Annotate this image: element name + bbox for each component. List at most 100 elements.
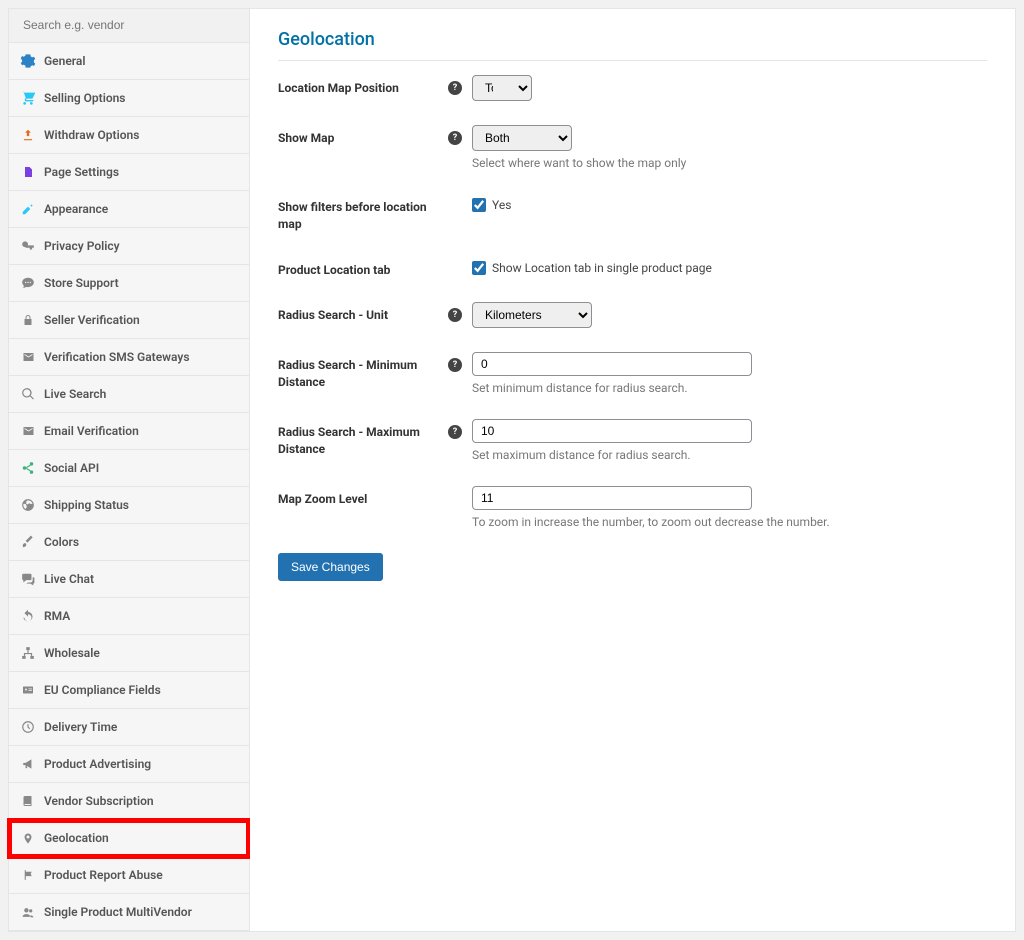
- sidebar-item-label: Delivery Time: [44, 720, 117, 734]
- mail-check-icon: [20, 423, 36, 439]
- field-label: Location Map Position: [278, 75, 448, 97]
- clock-icon: [20, 719, 36, 735]
- envelope-icon: [20, 349, 36, 365]
- product-tab-checkbox-wrap[interactable]: Show Location tab in single product page: [472, 257, 987, 275]
- help-icon[interactable]: ?: [448, 358, 462, 372]
- sidebar-item-delivery-time[interactable]: Delivery Time: [9, 709, 249, 746]
- sidebar-item-appearance[interactable]: Appearance: [9, 191, 249, 228]
- sidebar-item-label: Appearance: [44, 202, 108, 216]
- sidebar-item-product-report-abuse[interactable]: Product Report Abuse: [9, 857, 249, 894]
- help-icon[interactable]: ?: [448, 425, 462, 439]
- field-label: Radius Search - Unit: [278, 302, 448, 324]
- sidebar-item-withdraw-options[interactable]: Withdraw Options: [9, 117, 249, 154]
- product-tab-checkbox[interactable]: [472, 261, 486, 275]
- sidebar-item-shipping-status[interactable]: Shipping Status: [9, 487, 249, 524]
- sidebar-item-eu-compliance[interactable]: EU Compliance Fields: [9, 672, 249, 709]
- sidebar-item-seller-verification[interactable]: Seller Verification: [9, 302, 249, 339]
- sidebar-item-colors[interactable]: Colors: [9, 524, 249, 561]
- settings-panel: Geolocation Location Map Position ? Top …: [250, 8, 1016, 932]
- save-changes-button[interactable]: Save Changes: [278, 553, 383, 581]
- sidebar-item-label: Email Verification: [44, 424, 139, 438]
- help-icon[interactable]: ?: [448, 131, 462, 145]
- sidebar-item-general[interactable]: General: [9, 43, 249, 80]
- field-location-map-position: Location Map Position ? Top: [278, 75, 987, 101]
- field-hint: Select where want to show the map only: [472, 156, 987, 170]
- field-label: Product Location tab: [278, 257, 448, 279]
- radius-max-input[interactable]: [472, 419, 752, 443]
- sidebar-item-live-chat[interactable]: Live Chat: [9, 561, 249, 598]
- sidebar-item-label: Privacy Policy: [44, 239, 120, 253]
- settings-sidebar: General Selling Options Withdraw Options…: [8, 8, 250, 932]
- sidebar-item-label: Page Settings: [44, 165, 119, 179]
- map-zoom-input[interactable]: [472, 486, 752, 510]
- sidebar-item-verification-sms[interactable]: Verification SMS Gateways: [9, 339, 249, 376]
- field-show-filters: Show filters before location map Yes: [278, 194, 987, 233]
- page-icon: [20, 164, 36, 180]
- sidebar-list: General Selling Options Withdraw Options…: [9, 43, 249, 931]
- megaphone-icon: [20, 756, 36, 772]
- sidebar-item-label: Verification SMS Gateways: [44, 350, 190, 364]
- help-icon[interactable]: ?: [448, 308, 462, 322]
- field-label: Radius Search - Minimum Distance: [278, 352, 448, 391]
- show-map-select[interactable]: Both: [472, 125, 572, 151]
- help-icon[interactable]: ?: [448, 81, 462, 95]
- sidebar-search-input[interactable]: [23, 18, 235, 32]
- undo-icon: [20, 608, 36, 624]
- show-filters-checkbox-wrap[interactable]: Yes: [472, 194, 987, 212]
- network-icon: [20, 645, 36, 661]
- map-pin-icon: [20, 830, 36, 846]
- sidebar-item-live-search[interactable]: Live Search: [9, 376, 249, 413]
- users-icon: [20, 904, 36, 920]
- globe-icon: [20, 497, 36, 513]
- sidebar-item-email-verification[interactable]: Email Verification: [9, 413, 249, 450]
- sidebar-item-label: General: [44, 54, 85, 68]
- title-divider: [278, 60, 987, 61]
- flag-icon: [20, 867, 36, 883]
- field-hint: To zoom in increase the number, to zoom …: [472, 515, 987, 529]
- field-label: Show filters before location map: [278, 194, 448, 233]
- sidebar-item-label: Product Advertising: [44, 757, 151, 771]
- share-icon: [20, 460, 36, 476]
- sidebar-item-social-api[interactable]: Social API: [9, 450, 249, 487]
- field-map-zoom: Map Zoom Level To zoom in increase the n…: [278, 486, 987, 529]
- sidebar-item-vendor-subscription[interactable]: Vendor Subscription: [9, 783, 249, 820]
- id-card-icon: [20, 682, 36, 698]
- field-label: Radius Search - Maximum Distance: [278, 419, 448, 458]
- radius-unit-select[interactable]: Kilometers: [472, 302, 592, 328]
- field-label: Map Zoom Level: [278, 486, 448, 508]
- checkbox-label: Yes: [492, 198, 511, 212]
- field-label: Show Map: [278, 125, 448, 147]
- sidebar-item-label: Store Support: [44, 276, 119, 290]
- sidebar-item-label: Withdraw Options: [44, 128, 139, 142]
- field-hint: Set minimum distance for radius search.: [472, 381, 987, 395]
- sidebar-item-store-support[interactable]: Store Support: [9, 265, 249, 302]
- sidebar-item-single-product-multivendor[interactable]: Single Product MultiVendor: [9, 894, 249, 931]
- brush-icon: [20, 534, 36, 550]
- sidebar-item-wholesale[interactable]: Wholesale: [9, 635, 249, 672]
- sidebar-item-selling-options[interactable]: Selling Options: [9, 80, 249, 117]
- cart-icon: [20, 90, 36, 106]
- sidebar-item-label: Selling Options: [44, 91, 125, 105]
- field-show-map: Show Map ? Both Select where want to sho…: [278, 125, 987, 170]
- sidebar-item-privacy-policy[interactable]: Privacy Policy: [9, 228, 249, 265]
- field-radius-max: Radius Search - Maximum Distance ? Set m…: [278, 419, 987, 462]
- sidebar-item-geolocation[interactable]: Geolocation: [9, 820, 249, 857]
- show-filters-checkbox[interactable]: [472, 198, 486, 212]
- sidebar-item-label: EU Compliance Fields: [44, 683, 161, 697]
- sidebar-item-label: Single Product MultiVendor: [44, 905, 192, 919]
- comments-icon: [20, 571, 36, 587]
- radius-min-input[interactable]: [472, 352, 752, 376]
- sidebar-item-product-advertising[interactable]: Product Advertising: [9, 746, 249, 783]
- gear-icon: [20, 53, 36, 69]
- field-product-location-tab: Product Location tab Show Location tab i…: [278, 257, 987, 279]
- field-radius-unit: Radius Search - Unit ? Kilometers: [278, 302, 987, 328]
- sidebar-item-label: Shipping Status: [44, 498, 129, 512]
- sidebar-item-page-settings[interactable]: Page Settings: [9, 154, 249, 191]
- page-title: Geolocation: [278, 29, 987, 50]
- location-map-position-select[interactable]: Top: [472, 75, 532, 101]
- sidebar-item-label: Seller Verification: [44, 313, 140, 327]
- lock-icon: [20, 312, 36, 328]
- appearance-icon: [20, 201, 36, 217]
- sidebar-item-rma[interactable]: RMA: [9, 598, 249, 635]
- sidebar-item-label: Product Report Abuse: [44, 868, 163, 882]
